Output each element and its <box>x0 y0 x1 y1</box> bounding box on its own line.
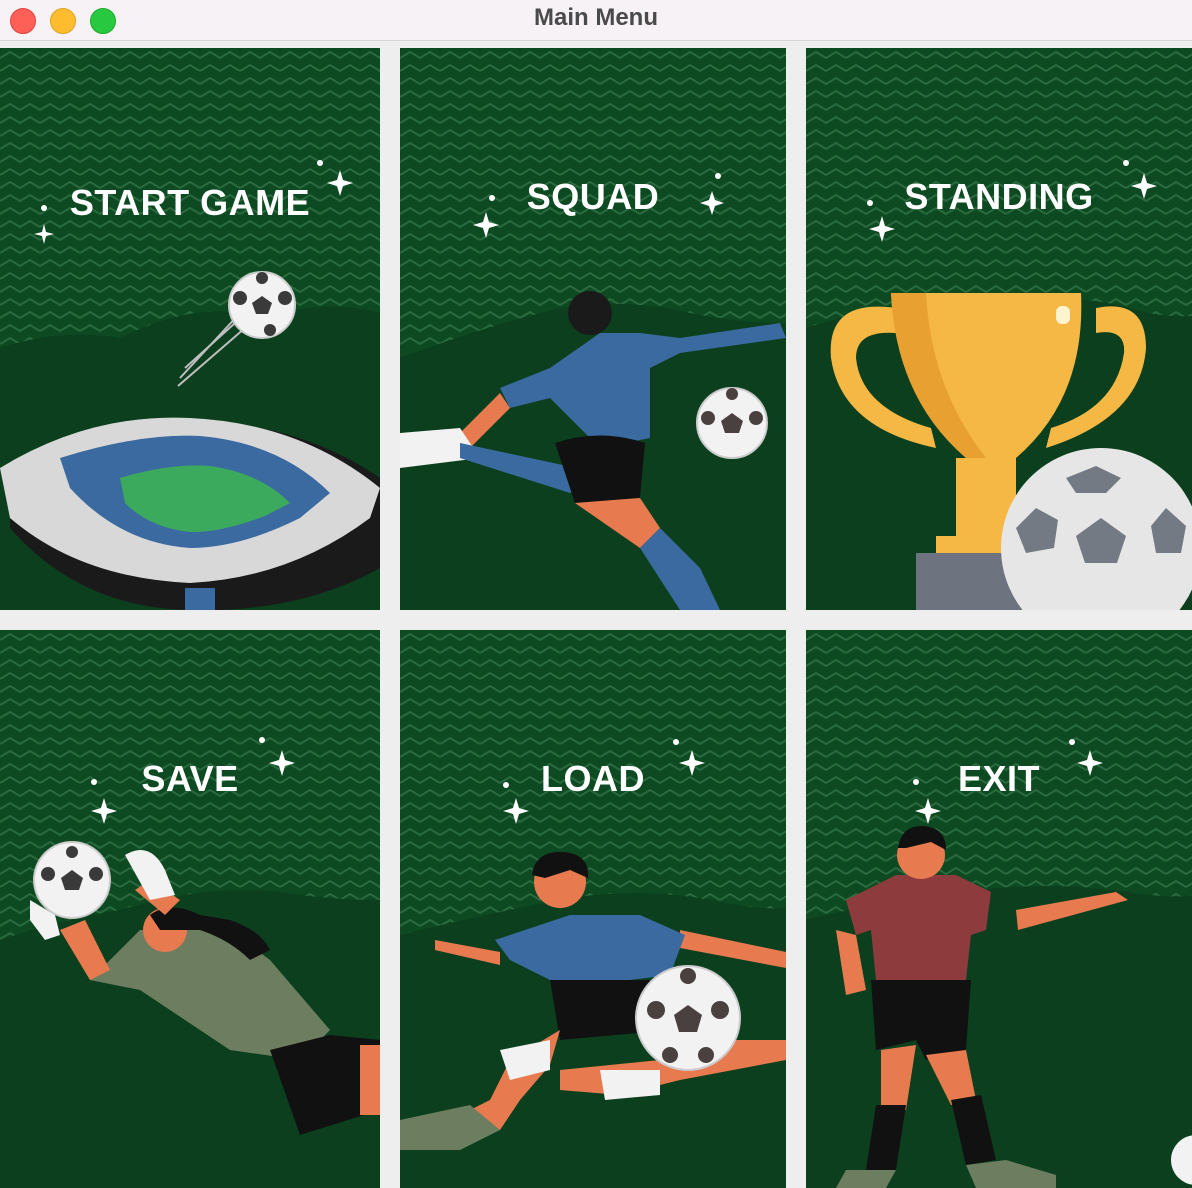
goalkeeper-illustration <box>0 630 380 1188</box>
standing-button[interactable]: STANDING <box>806 48 1192 610</box>
save-label: SAVE <box>141 758 239 799</box>
kicking-player-illustration <box>400 48 786 610</box>
stadium-illustration <box>0 48 380 610</box>
save-button[interactable]: SAVE <box>0 630 380 1188</box>
exit-label: EXIT <box>957 758 1040 799</box>
window-title: Main Menu <box>534 4 658 31</box>
load-label: LOAD <box>541 758 645 799</box>
start-game-label: START GAME <box>69 182 311 223</box>
sliding-player-illustration <box>400 630 786 1188</box>
exit-button[interactable]: EXIT <box>806 630 1192 1188</box>
trophy-illustration <box>806 48 1192 610</box>
squad-label: SQUAD <box>526 176 660 217</box>
start-game-button[interactable]: START GAME <box>0 48 380 610</box>
window-titlebar: Main Menu <box>0 0 1192 41</box>
pointing-player-illustration <box>806 630 1192 1188</box>
standing-label: STANDING <box>904 176 1094 217</box>
squad-button[interactable]: SQUAD <box>400 48 786 610</box>
load-button[interactable]: LOAD <box>400 630 786 1188</box>
